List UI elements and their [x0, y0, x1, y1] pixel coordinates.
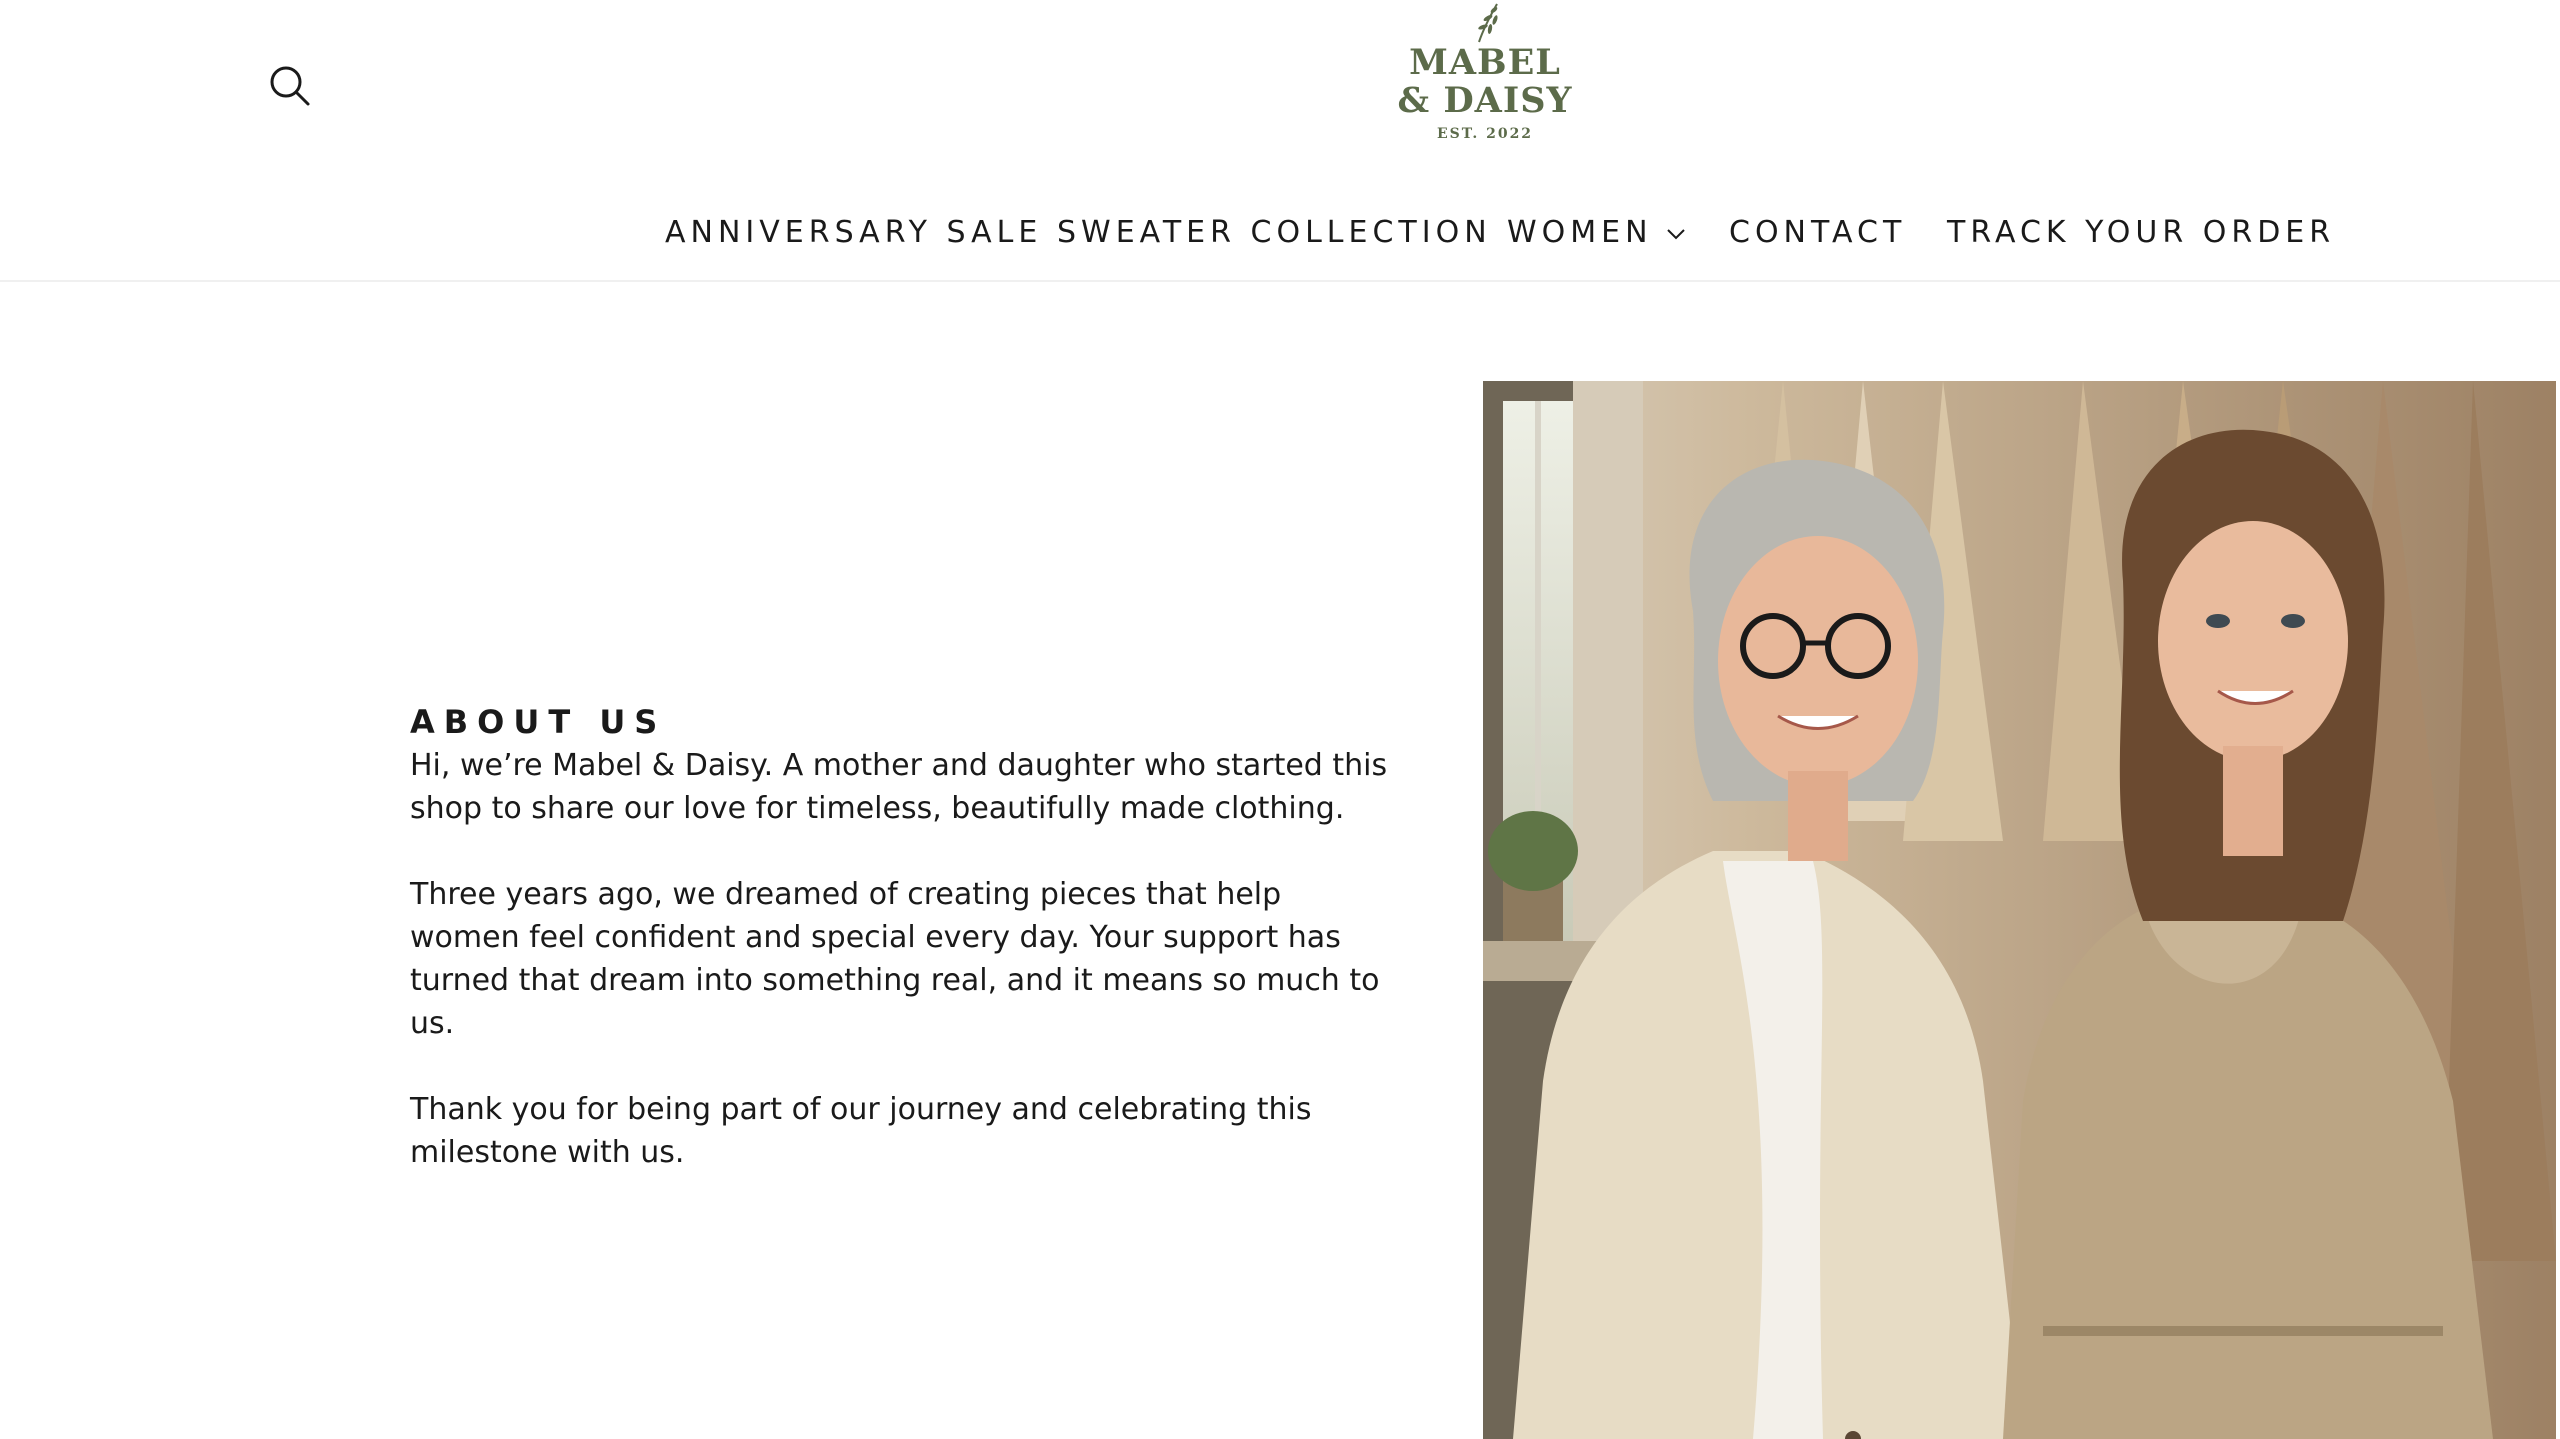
founders-photo-illustration: [1483, 381, 2556, 1439]
nav-item-women-label: WOMEN: [1507, 215, 1653, 250]
site-logo[interactable]: MABEL & DAISY EST. 2022: [1395, 0, 1575, 150]
founders-photo: [1483, 381, 2556, 1439]
about-heading: ABOUT US: [410, 703, 667, 741]
sprig-icon: [1478, 3, 1498, 43]
main-nav: ANNIVERSARY SALE SWEATER COLLECTION WOME…: [0, 205, 2560, 261]
chevron-down-icon: [1666, 228, 1685, 239]
search-icon: [270, 66, 310, 106]
about-paragraph-3: Thank you for being part of our journey …: [410, 1092, 1312, 1170]
about-paragraph-1: Hi, we’re Mabel & Daisy. A mother and da…: [410, 748, 1388, 826]
logo-est: EST. 2022: [1436, 126, 1534, 142]
about-section: ABOUT US Hi, we’re Mabel & Daisy. A moth…: [410, 700, 1400, 1217]
nav-item-contact[interactable]: CONTACT: [1729, 205, 1906, 261]
nav-item-women[interactable]: WOMEN: [1507, 205, 1687, 261]
logo-line1: MABEL: [1409, 42, 1561, 83]
logo-line2: & DAISY: [1397, 80, 1573, 121]
about-paragraph-2: Three years ago, we dreamed of creating …: [410, 877, 1380, 1041]
nav-item-sweater-collection[interactable]: SWEATER COLLECTION: [1057, 205, 1492, 261]
nav-item-anniversary-sale[interactable]: ANNIVERSARY SALE: [665, 205, 1042, 261]
nav-item-track-your-order[interactable]: TRACK YOUR ORDER: [1947, 205, 2335, 261]
search-button[interactable]: [262, 58, 318, 114]
site-header: MABEL & DAISY EST. 2022 ANNIVERSARY SALE…: [0, 0, 2560, 282]
